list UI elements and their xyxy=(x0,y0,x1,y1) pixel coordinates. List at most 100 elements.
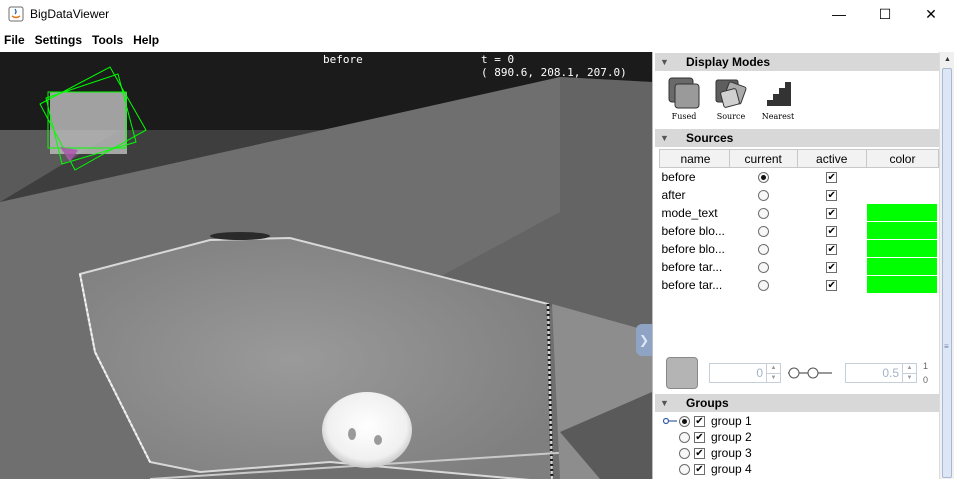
nearest-mode-icon xyxy=(767,82,791,106)
source-row[interactable]: after ✔ xyxy=(660,186,939,204)
source-row[interactable]: before tar... ✔ xyxy=(660,276,939,294)
scrollbar-thumb[interactable]: ≡ xyxy=(942,68,952,478)
fused-mode-label: Fused xyxy=(671,112,697,121)
sources-title: Sources xyxy=(686,131,734,145)
minimize-button[interactable]: — xyxy=(816,0,862,28)
chevron-right-icon: ❯ xyxy=(638,333,650,347)
group-current-radio[interactable] xyxy=(679,431,690,443)
menu-help[interactable]: Help xyxy=(129,33,165,47)
spinner-up-icon[interactable]: ▲ xyxy=(767,364,780,373)
source-name[interactable]: before blo... xyxy=(660,240,730,258)
source-row[interactable]: before tar... ✔ xyxy=(660,258,939,276)
source-name[interactable]: before blo... xyxy=(660,222,730,240)
column-header-active[interactable]: active xyxy=(796,149,867,168)
source-name[interactable]: mode_text xyxy=(660,204,730,222)
range-top-label: 1 xyxy=(923,361,929,371)
menu-tools[interactable]: Tools xyxy=(88,33,129,47)
source-name[interactable]: before xyxy=(660,168,730,186)
menu-settings[interactable]: Settings xyxy=(31,33,88,47)
source-current-radio[interactable] xyxy=(757,189,769,201)
source-active-checkbox[interactable]: ✔ xyxy=(826,172,838,184)
group-row[interactable]: ✔ group 2 xyxy=(663,429,752,445)
scroll-up-icon[interactable]: ▲ xyxy=(940,52,954,68)
groups-list: ✔ group 1 ✔ group 2 ✔ group 3 ✔ group 4 xyxy=(662,413,752,477)
group-row[interactable]: ✔ group 3 xyxy=(663,445,752,461)
max-value-field[interactable]: 0.5 xyxy=(846,364,902,382)
group-current-radio[interactable] xyxy=(679,463,690,475)
source-current-radio[interactable] xyxy=(757,172,769,184)
image-viewer-canvas[interactable]: before t = 0 ( 890.6, 208.1, 207.0) ❯ xyxy=(0,52,652,479)
spinner-down-icon[interactable]: ▼ xyxy=(903,373,916,383)
group-label: group 3 xyxy=(711,446,752,460)
source-name[interactable]: before tar... xyxy=(660,258,730,276)
group-label: group 4 xyxy=(711,462,752,476)
source-name[interactable]: after xyxy=(660,186,730,204)
source-color-swatch[interactable] xyxy=(867,258,938,275)
sources-table-body: before ✔ after ✔ mode_text ✔ before blo... ✔ bef… xyxy=(660,168,939,294)
source-current-radio[interactable] xyxy=(757,261,769,273)
sources-table: name current active color before ✔ after ✔ m… xyxy=(659,149,940,294)
nearest-mode-button[interactable]: Nearest xyxy=(755,76,801,121)
group-row[interactable]: ✔ group 1 xyxy=(662,413,752,429)
source-color-swatch[interactable] xyxy=(867,222,938,239)
min-value-field[interactable]: 0 xyxy=(710,364,766,382)
source-mode-label: Source xyxy=(716,112,746,121)
menu-file[interactable]: File xyxy=(0,33,31,47)
column-header-name[interactable]: name xyxy=(659,149,730,168)
source-current-radio[interactable] xyxy=(757,243,769,255)
source-active-checkbox[interactable]: ✔ xyxy=(826,243,838,255)
min-value-spinner[interactable]: 0 ▲ ▼ xyxy=(709,363,781,383)
source-name[interactable]: before tar... xyxy=(660,276,730,294)
window-title: BigDataViewer xyxy=(30,7,110,21)
source-color-button[interactable] xyxy=(666,357,698,389)
spinner-down-icon[interactable]: ▼ xyxy=(767,373,780,383)
panel-collapse-handle[interactable]: ❯ xyxy=(636,324,652,356)
sources-header[interactable]: ▼ Sources xyxy=(655,129,939,147)
source-current-radio[interactable] xyxy=(757,207,769,219)
source-row[interactable]: before blo... ✔ xyxy=(660,240,939,258)
group-active-checkbox[interactable]: ✔ xyxy=(694,415,705,427)
display-modes-header[interactable]: ▼ Display Modes xyxy=(655,53,939,71)
panel-scrollbar[interactable]: ▲ ≡ xyxy=(939,52,954,479)
source-active-checkbox[interactable]: ✔ xyxy=(826,225,838,237)
source-current-radio[interactable] xyxy=(757,225,769,237)
source-active-checkbox[interactable]: ✔ xyxy=(826,279,838,291)
range-bottom-label: 0 xyxy=(923,375,929,385)
source-row[interactable]: before ✔ xyxy=(660,168,939,186)
group-active-checkbox[interactable]: ✔ xyxy=(694,447,705,459)
source-current-radio[interactable] xyxy=(757,279,769,291)
side-panel: ▼ Display Modes Fused Source Nearest ▼ S… xyxy=(652,52,954,479)
column-header-color[interactable]: color xyxy=(865,149,940,168)
maximize-button[interactable]: ☐ xyxy=(862,0,908,28)
source-color-swatch[interactable] xyxy=(867,204,938,221)
menu-bar: File Settings Tools Help xyxy=(0,29,954,51)
source-row[interactable]: mode_text ✔ xyxy=(660,204,939,222)
nearest-mode-label: Nearest xyxy=(761,112,795,121)
group-current-radio[interactable] xyxy=(679,447,690,459)
source-color-swatch[interactable] xyxy=(867,240,938,257)
source-row[interactable]: before blo... ✔ xyxy=(660,222,939,240)
groups-header[interactable]: ▼ Groups xyxy=(655,394,939,412)
source-color-swatch[interactable] xyxy=(867,276,938,293)
fused-mode-button[interactable]: Fused xyxy=(661,76,707,121)
range-slider[interactable] xyxy=(786,365,834,381)
group-current-radio[interactable] xyxy=(679,415,690,427)
close-button[interactable]: ✕ xyxy=(908,0,954,28)
spinner-up-icon[interactable]: ▲ xyxy=(903,364,916,373)
column-header-current[interactable]: current xyxy=(728,149,798,168)
viewer-source-name: before xyxy=(323,53,363,66)
range-labels: 1 0 xyxy=(923,359,928,387)
source-active-checkbox[interactable]: ✔ xyxy=(826,189,838,201)
source-active-checkbox[interactable]: ✔ xyxy=(826,207,838,219)
display-modes-title: Display Modes xyxy=(686,55,771,69)
max-value-spinner[interactable]: 0.5 ▲ ▼ xyxy=(845,363,917,383)
group-row[interactable]: ✔ group 4 xyxy=(663,461,752,477)
group-active-checkbox[interactable]: ✔ xyxy=(694,463,705,475)
groups-title: Groups xyxy=(686,396,729,410)
source-active-checkbox[interactable]: ✔ xyxy=(826,261,838,273)
source-mode-button[interactable]: Source xyxy=(708,76,754,121)
slice-image[interactable] xyxy=(0,52,652,479)
group-active-checkbox[interactable]: ✔ xyxy=(694,431,705,443)
